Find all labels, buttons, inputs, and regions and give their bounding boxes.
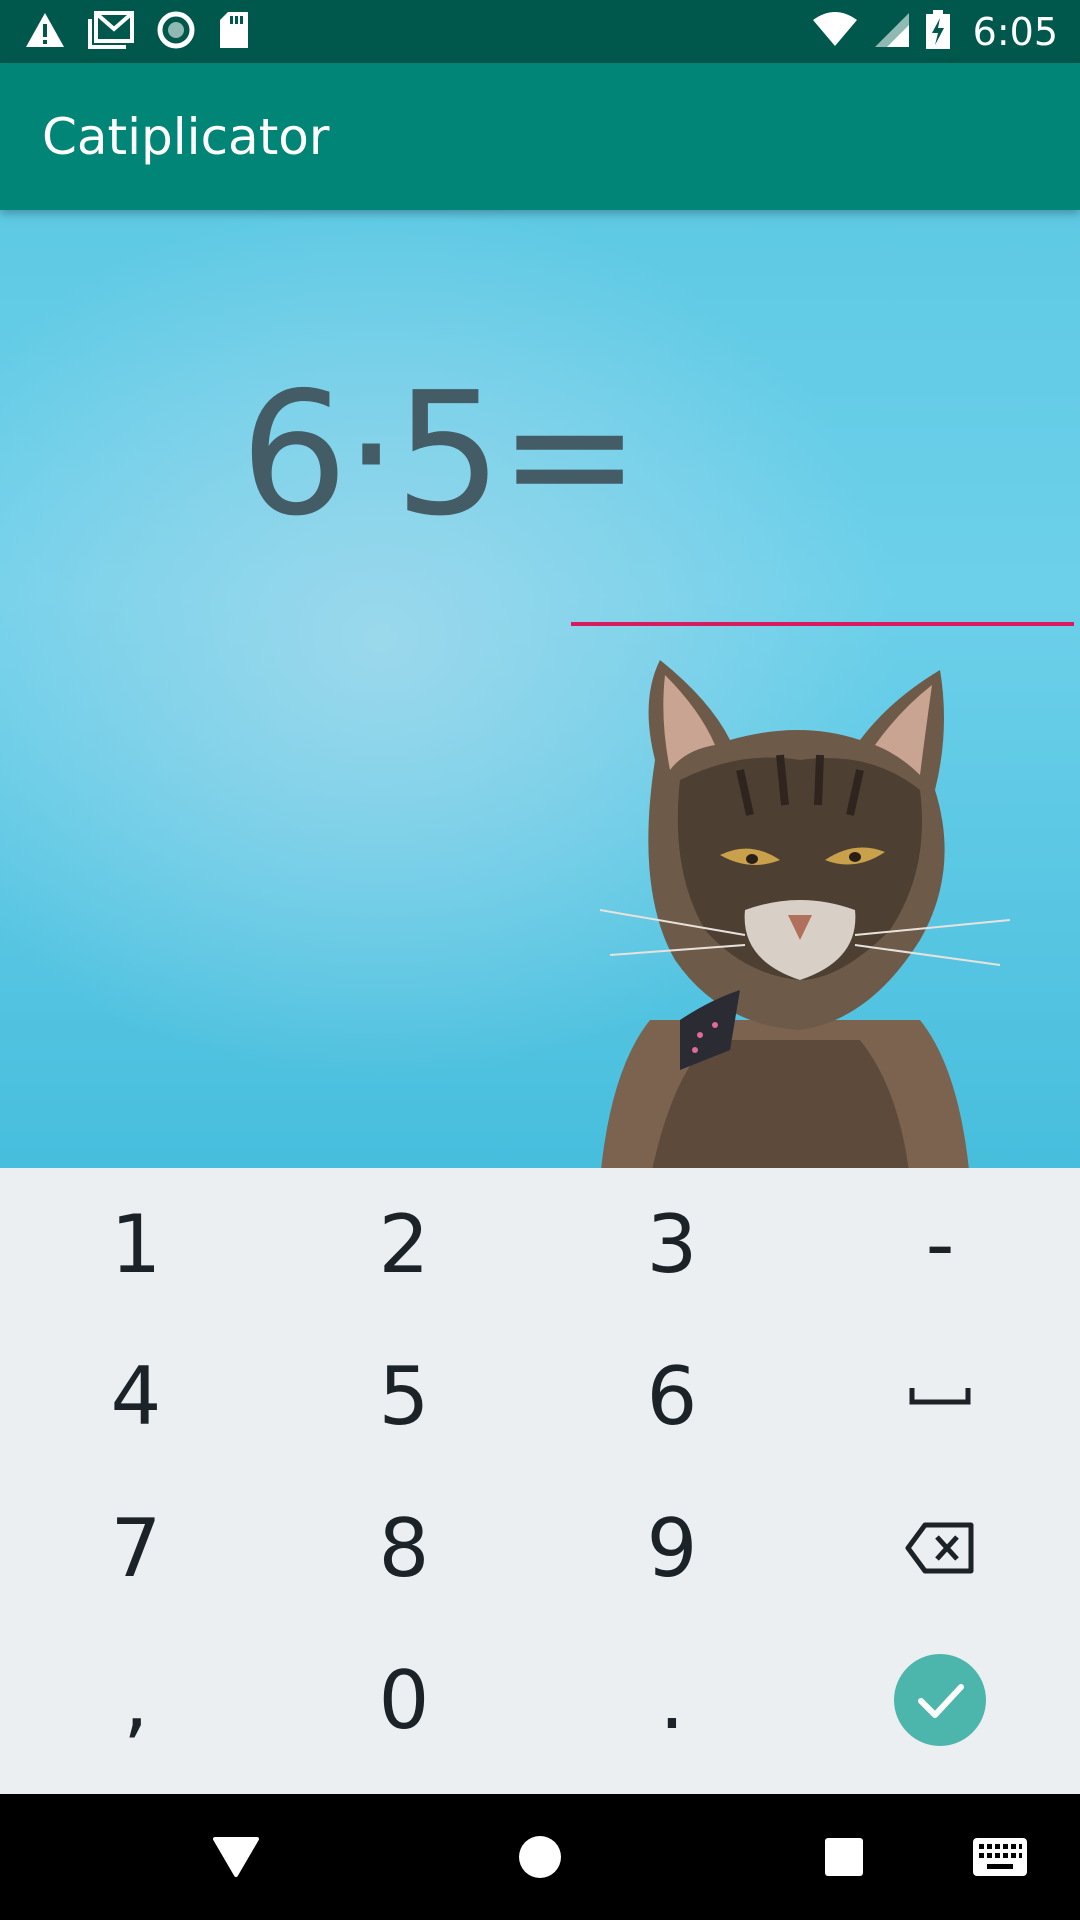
answer-input[interactable] [571,540,1074,626]
key-9[interactable]: 9 [538,1472,806,1624]
key-3[interactable]: 3 [538,1168,806,1320]
backspace-icon [905,1522,974,1574]
navigation-bar [0,1794,1080,1920]
status-bar: 6:05 [0,0,1080,63]
key-0[interactable]: 0 [270,1624,538,1776]
key-space[interactable] [806,1320,1074,1472]
key-7[interactable]: 7 [2,1472,270,1624]
recents-button[interactable] [814,1827,874,1887]
space-icon [909,1388,971,1405]
home-button[interactable] [510,1827,570,1887]
screen: 6:05 Catiplicator 6·5= 1 2 3 - 4 5 6 7 8… [0,0,1080,1920]
key-1[interactable]: 1 [2,1168,270,1320]
done-icon [894,1654,986,1746]
status-left-icons [24,8,250,56]
battery-charging-icon [925,10,951,54]
quiz-area: 6·5= [0,210,1080,1168]
recents-icon [825,1838,863,1876]
app-title: Catiplicator [42,108,330,166]
status-time: 6:05 [972,10,1058,54]
back-icon [213,1837,259,1877]
key-comma[interactable]: , [2,1624,270,1776]
key-8[interactable]: 8 [270,1472,538,1624]
back-button[interactable] [206,1827,266,1887]
numeric-keypad: 1 2 3 - 4 5 6 7 8 9 , 0 . [0,1168,1080,1794]
key-5[interactable]: 5 [270,1320,538,1472]
key-period[interactable]: . [538,1624,806,1776]
sync-circle-icon [156,10,196,54]
gmail-icon [88,11,134,53]
home-icon [519,1836,561,1878]
warning-icon [24,11,66,53]
status-right-icons: 6:05 [811,8,1058,56]
key-4[interactable]: 4 [2,1320,270,1472]
key-2[interactable]: 2 [270,1168,538,1320]
key-minus[interactable]: - [806,1168,1074,1320]
wifi-icon [811,12,859,52]
key-backspace[interactable] [806,1472,1074,1624]
keyboard-switch-button[interactable] [970,1827,1030,1887]
equation-text: 6·5= [240,356,641,554]
sd-card-icon [218,10,250,54]
cat-image [599,660,1011,1168]
keyboard-icon [973,1838,1027,1876]
cell-signal-icon [873,11,911,53]
key-6[interactable]: 6 [538,1320,806,1472]
app-bar: Catiplicator [0,63,1080,210]
key-done[interactable] [806,1624,1074,1776]
